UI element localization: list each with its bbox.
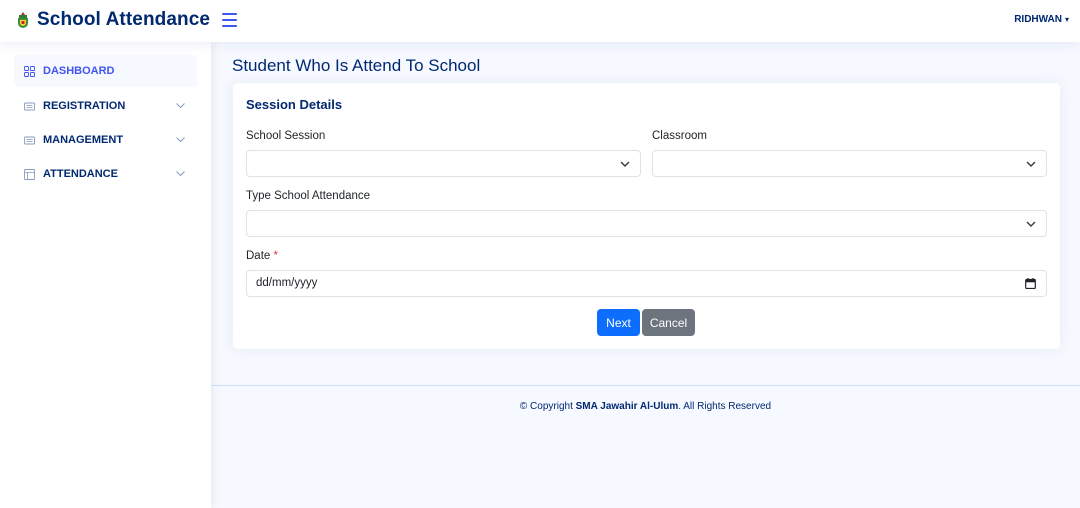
sidebar-item-label: REGISTRATION: [43, 100, 126, 112]
top-header: School Attendance RIDHWAN ▾: [0, 0, 1080, 42]
sidebar-item-attendance[interactable]: ATTENDANCE: [14, 158, 197, 190]
footer: © Copyright SMA Jawahir Al-Ulum. All Rig…: [211, 385, 1080, 508]
card-title: Session Details: [246, 97, 343, 112]
chevron-down-icon: [176, 103, 185, 109]
user-name: RIDHWAN: [1014, 14, 1062, 25]
sidebar-item-management[interactable]: MANAGEMENT: [14, 124, 197, 156]
school-session-select[interactable]: [246, 150, 641, 177]
chevron-down-icon: [620, 161, 630, 167]
calendar-icon[interactable]: [1025, 278, 1036, 289]
cancel-button[interactable]: Cancel: [642, 309, 695, 336]
list-icon: [24, 102, 35, 110]
organization-name: SMA Jawahir Al-Ulum: [575, 401, 679, 412]
school-session-label: School Session: [246, 130, 326, 142]
copyright-suffix: . All Rights Reserved: [678, 401, 772, 412]
chevron-down-icon: [176, 137, 185, 143]
grid-icon: [24, 65, 35, 77]
list-icon: [24, 136, 35, 144]
school-crest-icon: [18, 12, 28, 28]
app-title: School Attendance: [37, 9, 211, 30]
date-label: Date *: [246, 250, 278, 262]
sidebar-item-registration[interactable]: REGISTRATION: [14, 90, 197, 122]
session-details-card: Session Details School Session Classroom…: [233, 83, 1060, 349]
date-input[interactable]: dd/mm/yyyy: [246, 270, 1047, 297]
sidebar-item-label: MANAGEMENT: [43, 134, 124, 146]
chevron-down-icon: [1026, 161, 1036, 167]
logo[interactable]: School Attendance: [16, 9, 210, 31]
page-title: Student Who Is Attend To School: [232, 56, 481, 75]
required-marker: *: [273, 250, 278, 262]
copyright-prefix: © Copyright: [519, 401, 576, 412]
next-button[interactable]: Next: [597, 309, 640, 336]
caret-down-icon: ▾: [1064, 15, 1069, 24]
menu-toggle-icon[interactable]: [222, 13, 237, 27]
layout-icon: [24, 168, 35, 180]
sidebar: DASHBOARD REGISTRATION MANAGEMENT ATTEND: [0, 42, 211, 508]
sidebar-item-dashboard[interactable]: DASHBOARD: [14, 55, 197, 87]
date-label-text: Date: [246, 250, 271, 262]
sidebar-item-label: ATTENDANCE: [43, 168, 118, 180]
copyright-text: © Copyright SMA Jawahir Al-Ulum. All Rig…: [211, 401, 1080, 412]
user-menu[interactable]: RIDHWAN ▾: [1014, 14, 1069, 25]
attendance-type-label: Type School Attendance: [246, 190, 371, 202]
sidebar-item-label: DASHBOARD: [43, 65, 115, 77]
chevron-down-icon: [176, 171, 185, 177]
date-value: dd/mm/yyyy: [256, 277, 318, 289]
classroom-label: Classroom: [652, 130, 707, 142]
classroom-select[interactable]: [652, 150, 1047, 177]
chevron-down-icon: [1026, 221, 1036, 227]
attendance-type-select[interactable]: [246, 210, 1047, 237]
